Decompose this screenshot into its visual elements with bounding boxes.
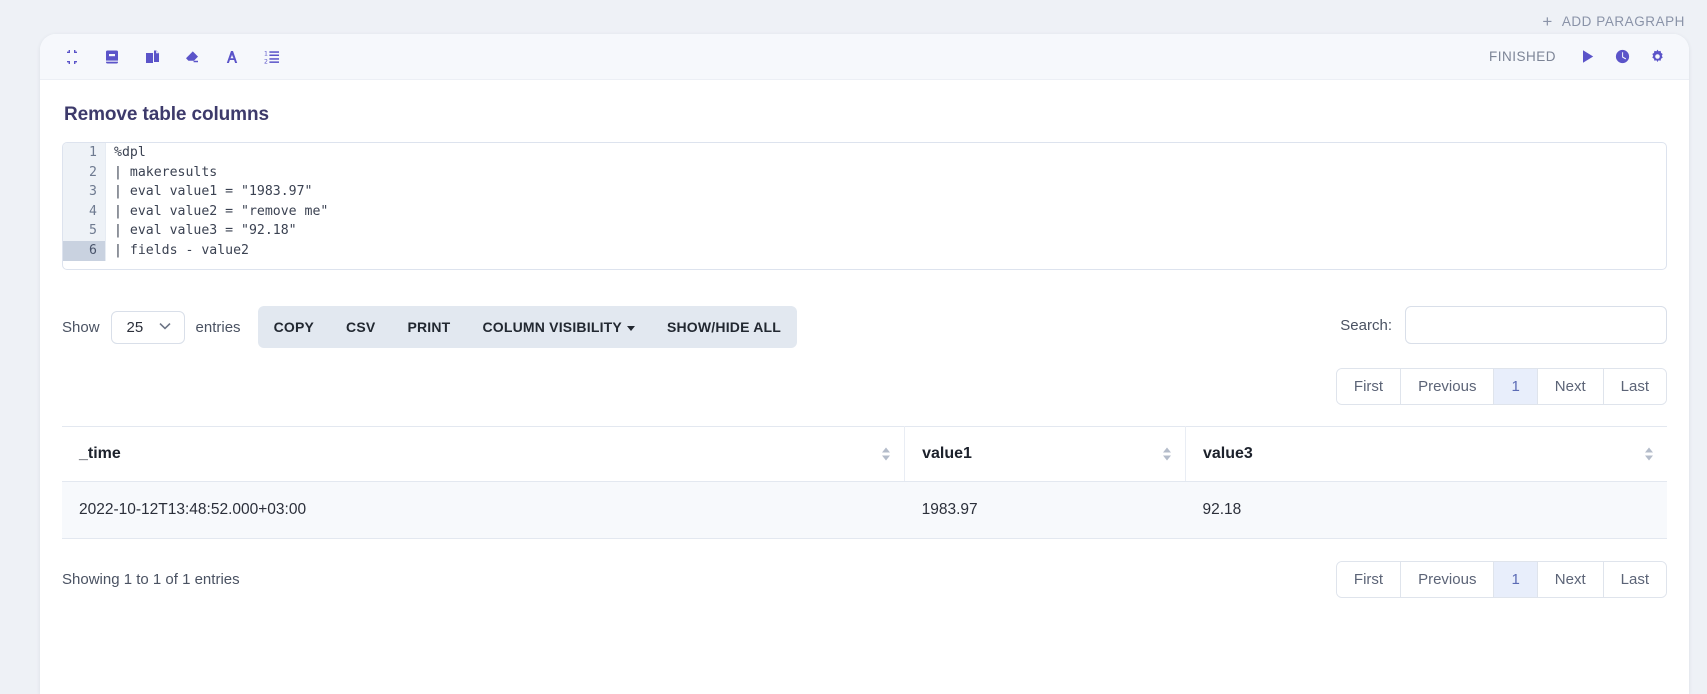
page-next-button[interactable]: Next: [1537, 369, 1604, 404]
table-cell: 1983.97: [904, 481, 1186, 539]
status-badge: FINISHED: [1488, 49, 1556, 64]
line-number: 5: [63, 221, 105, 241]
pagination-top: First Previous 1 Next Last: [1335, 368, 1667, 405]
column-header-label: value3: [1203, 445, 1253, 462]
code-line[interactable]: 6 | fields - value2: [63, 240, 1666, 261]
code-text[interactable]: | fields - value2: [105, 240, 1666, 261]
table-cell: 2022-10-12T13:48:52.000+03:00: [62, 481, 905, 539]
eraser-icon[interactable]: [182, 47, 202, 67]
plus-icon: +: [1542, 11, 1553, 31]
show-entries-group: Show 25 entries: [62, 310, 241, 344]
code-line[interactable]: 5 | eval value3 = "92.18": [63, 221, 1666, 241]
pagination-bottom: First Previous 1 Next Last: [1335, 561, 1667, 598]
code-text[interactable]: | eval value2 = "remove me": [105, 201, 1666, 222]
column-header-label: _time: [79, 445, 121, 462]
gear-icon[interactable]: [1648, 47, 1667, 66]
page-size-value: 25: [126, 318, 144, 336]
copy-button[interactable]: COPY: [258, 306, 330, 348]
table-body: 2022-10-12T13:48:52.000+03:00 1983.97 92.1…: [62, 481, 1667, 539]
notebook-paragraph-card: 1 2 FINISHED Remove table columns 1 %dpl…: [40, 34, 1689, 694]
svg-text:1: 1: [264, 50, 268, 57]
paragraph-body: Remove table columns 1 %dpl 2 | makeresults…: [40, 80, 1689, 598]
code-text[interactable]: %dpl: [105, 143, 1666, 163]
code-line[interactable]: 1 %dpl: [63, 143, 1666, 163]
font-icon[interactable]: [222, 47, 242, 67]
search-label: Search:: [1340, 316, 1392, 334]
csv-button[interactable]: CSV: [330, 306, 391, 348]
pagination-top-row: First Previous 1 Next Last: [62, 368, 1667, 405]
entries-label: entries: [195, 318, 241, 336]
table-controls: Show 25 entries COPY CSV PRINT COLUMN VISIB…: [62, 306, 1667, 348]
page-previous-button[interactable]: Previous: [1401, 562, 1495, 597]
page-first-button[interactable]: First: [1336, 562, 1402, 597]
paragraph-actions: FINISHED: [1489, 47, 1667, 66]
chevron-down-icon: [159, 321, 171, 333]
page-previous-button[interactable]: Previous: [1401, 369, 1495, 404]
table-header-row: _time value1 value3: [62, 426, 1667, 482]
column-header-label: value1: [922, 445, 972, 462]
export-button-group: COPY CSV PRINT COLUMN VISIBILITY SHOW/HIDE A…: [257, 306, 798, 348]
showing-entries-text: Showing 1 to 1 of 1 entries: [62, 571, 240, 588]
search-input[interactable]: [1405, 306, 1667, 344]
compress-icon[interactable]: [62, 47, 82, 67]
page-first-button[interactable]: First: [1336, 369, 1402, 404]
sort-arrows-icon: [1163, 447, 1171, 461]
code-editor[interactable]: 1 %dpl 2 | makeresults 3 | eval value1 = "198…: [62, 142, 1667, 270]
code-line[interactable]: 3 | eval value1 = "1983.97": [63, 182, 1666, 202]
numbered-list-icon[interactable]: 1 2: [262, 47, 282, 67]
page-last-button[interactable]: Last: [1603, 369, 1666, 404]
paragraph-toolbar: 1 2 FINISHED: [40, 34, 1689, 80]
print-button[interactable]: PRINT: [391, 306, 466, 348]
sort-arrows-icon: [1645, 447, 1653, 461]
add-paragraph-label: ADD PARAGRAPH: [1561, 13, 1685, 29]
add-paragraph-button[interactable]: + ADD PARAGRAPH: [1542, 13, 1685, 30]
line-number: 2: [63, 162, 105, 183]
page-number-button[interactable]: 1: [1494, 369, 1538, 404]
page-last-button[interactable]: Last: [1603, 562, 1666, 597]
page-number-button[interactable]: 1: [1494, 562, 1538, 597]
code-line[interactable]: 4 | eval value2 = "remove me": [63, 201, 1666, 222]
column-header-value3[interactable]: value3: [1185, 426, 1667, 482]
svg-text:2: 2: [264, 58, 268, 65]
line-number: 6: [63, 240, 105, 261]
table-cell: 92.18: [1185, 481, 1667, 539]
results-table: _time value1 value3 2022-10-12T13:48:52.00…: [62, 426, 1667, 539]
line-number: 3: [63, 182, 105, 202]
line-number: 4: [63, 201, 105, 222]
clock-icon[interactable]: [1613, 47, 1632, 66]
page-size-select[interactable]: 25: [110, 310, 185, 344]
caret-down-icon: [626, 325, 635, 331]
copy-pages-icon[interactable]: [142, 47, 162, 67]
show-hide-all-button[interactable]: SHOW/HIDE ALL: [651, 306, 797, 348]
page-next-button[interactable]: Next: [1537, 562, 1604, 597]
table-footer: Showing 1 to 1 of 1 entries First Previo…: [62, 561, 1667, 598]
code-line[interactable]: 2 | makeresults: [63, 162, 1666, 183]
run-icon[interactable]: [1578, 47, 1597, 66]
column-header-time[interactable]: _time: [62, 426, 906, 482]
book-icon[interactable]: [102, 47, 122, 67]
line-number: 1: [63, 143, 105, 163]
column-header-value1[interactable]: value1: [904, 426, 1186, 482]
table-row: 2022-10-12T13:48:52.000+03:00 1983.97 92.1…: [62, 481, 1667, 539]
code-text[interactable]: | eval value3 = "92.18": [105, 221, 1666, 241]
code-text[interactable]: | eval value1 = "1983.97": [105, 182, 1666, 202]
column-visibility-button[interactable]: COLUMN VISIBILITY: [466, 306, 651, 348]
sort-arrows-icon: [882, 447, 891, 461]
paragraph-tools: 1 2: [62, 47, 282, 67]
show-label: Show: [62, 318, 100, 336]
code-text[interactable]: | makeresults: [105, 162, 1666, 183]
search-group: Search:: [1340, 306, 1667, 344]
table-head: _time value1 value3: [62, 426, 1667, 482]
page-title: Remove table columns: [64, 104, 269, 125]
